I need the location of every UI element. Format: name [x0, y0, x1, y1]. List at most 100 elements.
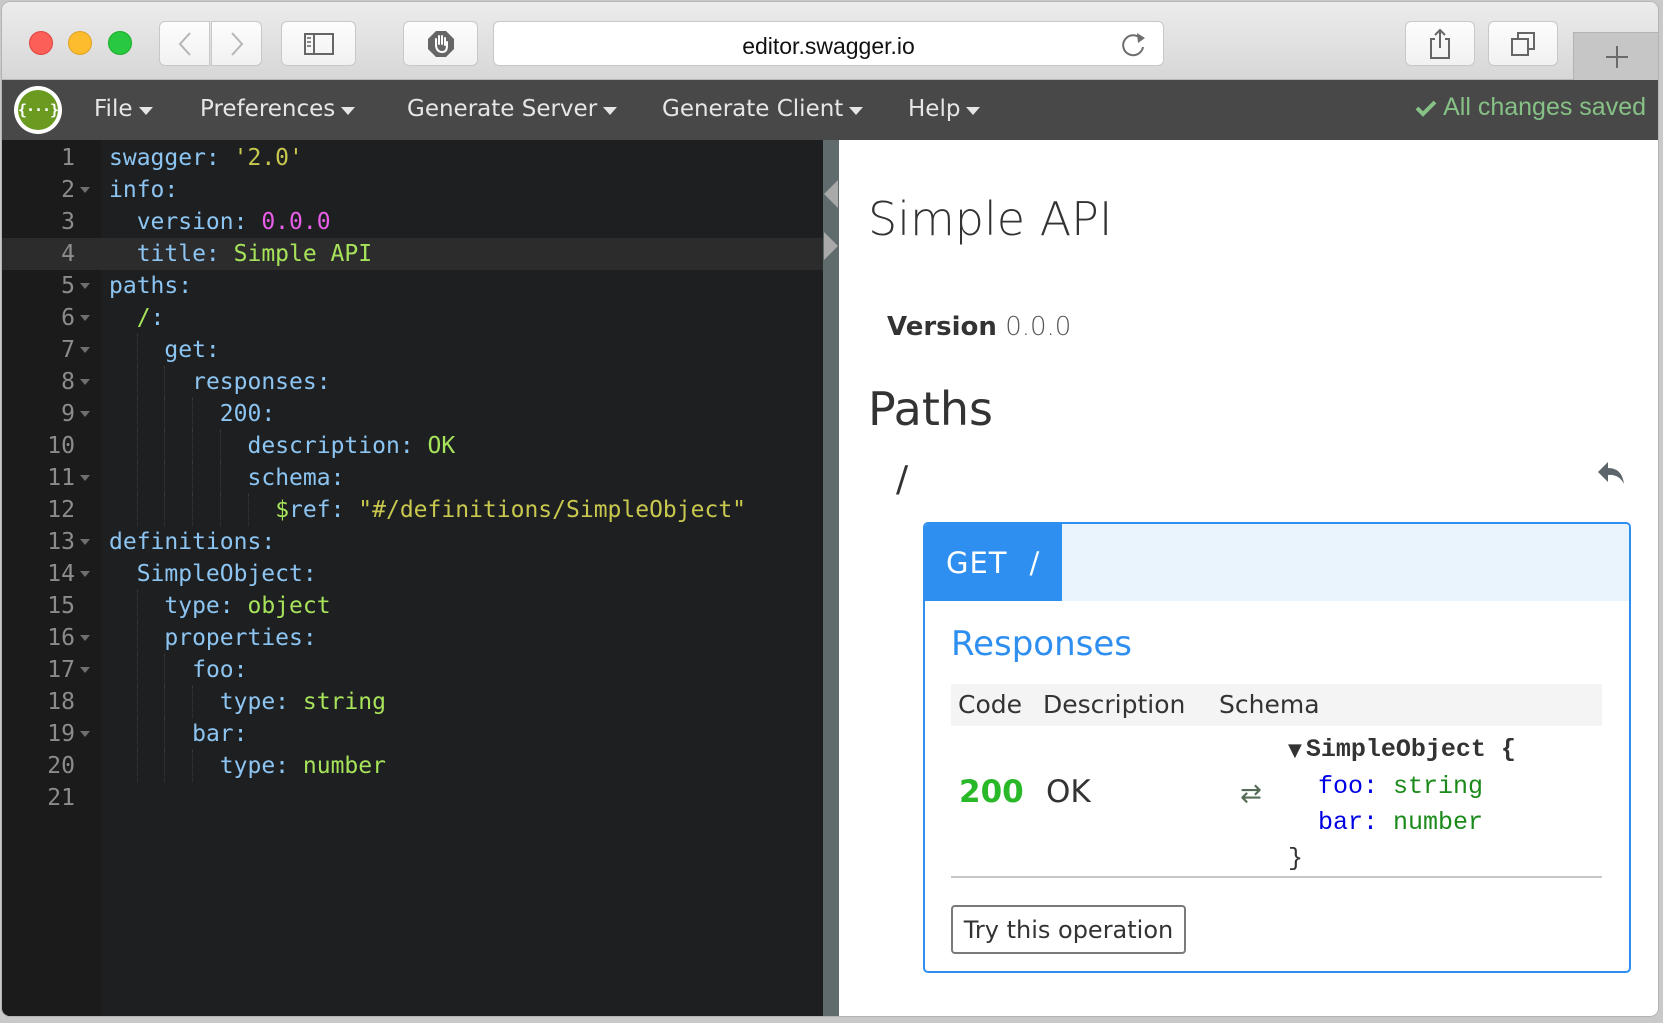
fold-arrow-icon[interactable]: [80, 539, 90, 545]
schema-model: ▼ SimpleObject { foo: string bar: number …: [1288, 732, 1516, 877]
fold-arrow-icon[interactable]: [80, 635, 90, 641]
path-name: /: [896, 459, 909, 500]
share-button[interactable]: [1405, 21, 1475, 66]
tabs-icon: [1511, 31, 1535, 56]
swagger-logo-icon: {···}: [18, 90, 59, 130]
fold-arrow-icon[interactable]: [80, 347, 90, 353]
address-bar[interactable]: editor.swagger.io: [493, 21, 1164, 66]
api-version: Version 0.0.0: [887, 312, 1071, 342]
line-number: 2: [61, 177, 75, 203]
caret-down-icon: [138, 107, 153, 115]
menu-generate-client-label: Generate Client: [662, 96, 844, 122]
code-line[interactable]: 15 type: object: [2, 590, 823, 622]
pane-splitter[interactable]: [823, 140, 839, 1016]
line-number: 16: [47, 625, 75, 651]
code-line[interactable]: 12 $ref: "#/definitions/SimpleObject": [2, 494, 823, 526]
response-code: 200: [959, 774, 1024, 810]
code-token: foo:: [192, 657, 248, 683]
code-token: type:: [219, 689, 303, 715]
fold-arrow-icon[interactable]: [80, 731, 90, 737]
code-token: 0.0.0: [261, 209, 331, 235]
code-line[interactable]: 14 SimpleObject:: [2, 558, 823, 590]
code-line[interactable]: 17 foo:: [2, 654, 823, 686]
api-title: Simple API: [868, 192, 1113, 246]
collapse-left-icon[interactable]: [824, 180, 838, 208]
model-open-brace: {: [1500, 735, 1516, 764]
zoom-window-button[interactable]: [108, 31, 132, 55]
collapse-triangle-icon[interactable]: ▼: [1288, 733, 1302, 769]
code-token: version:: [136, 209, 262, 235]
code-text: bar:: [192, 718, 247, 750]
hand-stop-icon: [427, 30, 454, 57]
fold-arrow-icon[interactable]: [80, 283, 90, 289]
code-token: "#/definitions/SimpleObject": [358, 497, 747, 523]
fold-arrow-icon[interactable]: [80, 475, 90, 481]
fold-arrow-icon[interactable]: [80, 379, 90, 385]
operation-method[interactable]: GET /: [925, 524, 1062, 601]
caret-down-icon: [966, 107, 981, 115]
code-token: definitions:: [109, 529, 276, 555]
code-line[interactable]: 13 definitions:: [2, 526, 823, 558]
code-line[interactable]: 21: [2, 782, 823, 814]
fold-arrow-icon[interactable]: [80, 411, 90, 417]
code-token: $: [275, 497, 290, 523]
column-schema: Schema: [1219, 690, 1320, 719]
fold-arrow-icon[interactable]: [80, 571, 90, 577]
code-line[interactable]: 8 responses:: [2, 366, 823, 398]
code-line[interactable]: 2 info:: [2, 174, 823, 206]
line-number: 21: [47, 785, 75, 811]
code-line[interactable]: 5 paths:: [2, 270, 823, 302]
schema-toggle-icon[interactable]: ⇄: [1240, 779, 1262, 809]
code-token: title:: [136, 241, 234, 267]
code-token: ref:: [289, 497, 359, 523]
reply-icon[interactable]: [1597, 460, 1625, 486]
reload-icon[interactable]: [1121, 31, 1147, 59]
line-number: 6: [61, 305, 75, 331]
menu-generate-server-label: Generate Server: [407, 96, 598, 122]
code-line[interactable]: 16 properties:: [2, 622, 823, 654]
menu-file[interactable]: File: [94, 96, 153, 122]
operation-get-root: GET / Responses Code Description Schema …: [923, 522, 1631, 973]
code-token: swagger:: [109, 145, 234, 171]
code-line[interactable]: 4 title: Simple API: [2, 238, 823, 270]
forward-button[interactable]: [211, 21, 262, 66]
menu-preferences[interactable]: Preferences: [200, 96, 356, 122]
code-line[interactable]: 3 version: 0.0.0: [2, 206, 823, 238]
code-line[interactable]: 11 schema:: [2, 462, 823, 494]
operation-header[interactable]: GET /: [925, 524, 1629, 601]
menu-help[interactable]: Help: [908, 96, 981, 122]
code-line[interactable]: 7 get:: [2, 334, 823, 366]
responses-heading: Responses: [951, 624, 1133, 664]
code-line[interactable]: 18 type: string: [2, 686, 823, 718]
sidebar-button[interactable]: [281, 21, 356, 66]
new-tab-button[interactable]: [1573, 32, 1658, 80]
tab-overview-button[interactable]: [1488, 21, 1558, 66]
code-text: paths:: [109, 270, 192, 302]
swagger-logo[interactable]: {···}: [14, 86, 62, 134]
back-button[interactable]: [159, 21, 210, 66]
swagger-navbar: {···} File Preferences Generate Server G…: [2, 80, 1658, 140]
caret-down-icon: [849, 107, 864, 115]
line-number: 19: [47, 721, 75, 747]
fold-arrow-icon[interactable]: [80, 315, 90, 321]
property-name: foo:: [1318, 772, 1379, 801]
close-window-button[interactable]: [29, 31, 53, 55]
code-line[interactable]: 20 type: number: [2, 750, 823, 782]
code-line[interactable]: 19 bar:: [2, 718, 823, 750]
yaml-editor[interactable]: 1 swagger: '2.0' 2 info: 3 version: 0.0.0 4 tit…: [2, 140, 823, 1016]
minimize-window-button[interactable]: [68, 31, 92, 55]
menu-generate-server[interactable]: Generate Server: [407, 96, 618, 122]
code-text: get:: [164, 334, 219, 366]
fold-arrow-icon[interactable]: [80, 667, 90, 673]
code-line[interactable]: 6 /:: [2, 302, 823, 334]
try-operation-button[interactable]: Try this operation: [951, 905, 1186, 954]
code-text: version: 0.0.0: [137, 206, 331, 238]
code-line[interactable]: 9 200:: [2, 398, 823, 430]
content-blocker-button[interactable]: [403, 21, 478, 66]
collapse-right-icon[interactable]: [824, 232, 838, 260]
title-bar: editor.swagger.io: [2, 2, 1658, 80]
menu-generate-client[interactable]: Generate Client: [662, 96, 864, 122]
fold-arrow-icon[interactable]: [80, 187, 90, 193]
code-line[interactable]: 1 swagger: '2.0': [2, 142, 823, 174]
code-line[interactable]: 10 description: OK: [2, 430, 823, 462]
